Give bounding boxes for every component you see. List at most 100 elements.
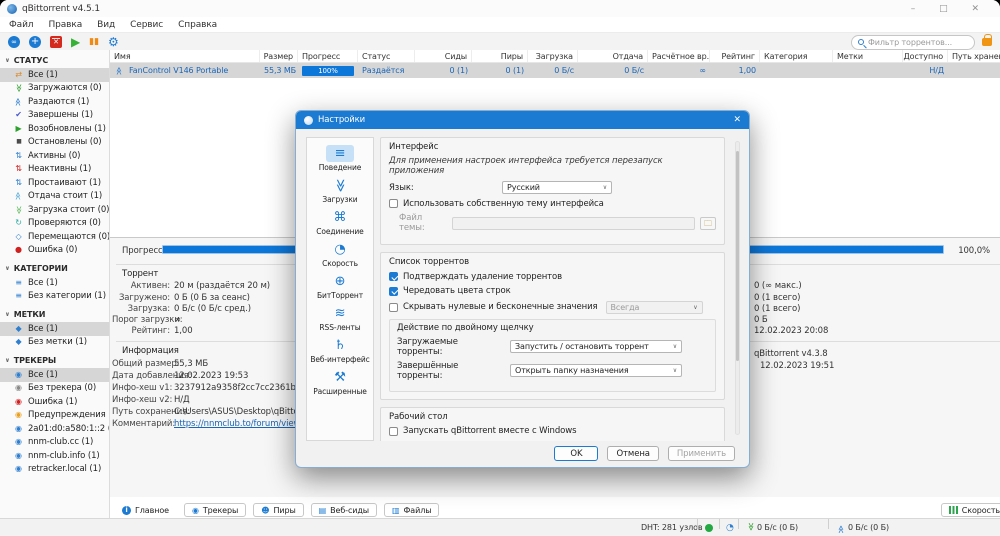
sidebar-item-tracker-nnm-club-cc[interactable]: ◉ nnm-club.cc (1)	[0, 436, 109, 450]
apply-button[interactable]: Применить	[667, 446, 735, 461]
dialog-scrollbar[interactable]	[735, 141, 740, 435]
speed-graph-button[interactable]: Скорость	[940, 503, 1000, 517]
tab-peers[interactable]: ☻ Пиры	[253, 503, 304, 517]
lock-icon[interactable]	[982, 34, 992, 46]
sidebar-item-checking[interactable]: ↻ Проверяются (0)	[0, 217, 109, 231]
col-status[interactable]: Статус	[358, 50, 415, 62]
alternate-rows-checkbox[interactable]	[389, 286, 398, 296]
alt-speed-icon[interactable]: ◔	[726, 519, 734, 536]
sidebar-item-active[interactable]: ⇅ Активны (0)	[0, 149, 109, 163]
sidebar-item-tracker-nnm-club-info[interactable]: ◉ nnm-club.info (1)	[0, 449, 109, 463]
delete-torrent-button[interactable]: ✕	[50, 36, 62, 48]
ok-button[interactable]: OK	[554, 446, 599, 461]
menu-file[interactable]: Файл	[9, 20, 34, 30]
sidebar-item-category-all[interactable]: ≡ Все (1)	[0, 276, 109, 290]
col-peers[interactable]: Пиры	[472, 50, 528, 62]
start-with-windows-option[interactable]: Запускать qBittorrent вместе с Windows	[389, 426, 716, 436]
resume-button[interactable]: ▶	[71, 35, 80, 49]
trackers-section-header[interactable]: ∨ ТРЕКЕРЫ	[0, 353, 109, 368]
sidebar-item-tracker-warning[interactable]: ◉Предупреждения (0)	[0, 409, 109, 423]
custom-theme-checkbox[interactable]	[389, 199, 398, 208]
col-name[interactable]: Имя	[110, 50, 260, 62]
sidebar-item-resumed[interactable]: ▶ Возобновлены (1)	[0, 122, 109, 136]
completed-action-select[interactable]: Открыть папку назначения ∨	[510, 364, 682, 377]
alternate-rows-option[interactable]: Чередовать цвета строк	[389, 286, 716, 296]
tab-general[interactable]: i Главное	[114, 503, 177, 517]
pause-button[interactable]: ▮▮	[89, 37, 99, 47]
sidebar-item-all[interactable]: ⇄ Все (1)	[0, 68, 109, 82]
menu-tools[interactable]: Сервис	[130, 20, 163, 30]
col-ratio[interactable]: Рейтинг	[710, 50, 760, 62]
col-tags[interactable]: Метки	[833, 50, 903, 62]
categories-section-header[interactable]: ∨ КАТЕГОРИИ	[0, 261, 109, 276]
col-seeds[interactable]: Сиды	[415, 50, 472, 62]
nav-advanced[interactable]: ⚒ Расширенные	[308, 367, 372, 399]
sidebar-item-tracker-retracker[interactable]: ◉ retracker.local (1)	[0, 463, 109, 477]
sidebar-item-tracker-ip[interactable]: ◉2a01:d0:a580:1::2 (1)	[0, 422, 109, 436]
scrollbar-thumb[interactable]	[736, 150, 739, 361]
tab-webseeds[interactable]: ▤ Веб-сиды	[310, 503, 378, 517]
menu-help[interactable]: Справка	[178, 20, 217, 30]
sidebar-item-stalled[interactable]: ⇅ Простаивают (1)	[0, 176, 109, 190]
col-progress[interactable]: Прогресс	[298, 50, 358, 62]
torrent-row[interactable]: ≫ FanControl V146 Portable 55,3 МБ 100% Р…	[110, 63, 1000, 78]
sidebar-item-paused[interactable]: ▮▮ Остановлены (0)	[0, 136, 109, 150]
cancel-button[interactable]: Отмена	[607, 446, 659, 461]
status-section-header[interactable]: ∨ СТАТУС	[0, 53, 109, 68]
sidebar-item-tracker-all[interactable]: ◉ Все (1)	[0, 368, 109, 382]
close-button[interactable]: ✕	[972, 4, 980, 14]
sidebar-item-errored[interactable]: ● Ошибка (0)	[0, 244, 109, 258]
show-splash-option[interactable]: Показывать заставку при запуске программ…	[389, 441, 716, 442]
torrent-filter-search[interactable]: Фильтр торрентов...	[851, 34, 975, 50]
nav-downloads[interactable]: ≫ Загрузки	[308, 175, 372, 207]
maximize-button[interactable]: □	[939, 4, 948, 14]
col-eta[interactable]: Расчётное вр...	[648, 50, 710, 62]
browse-folder-button[interactable]: 🗀	[700, 216, 716, 230]
checkbox[interactable]	[389, 426, 398, 436]
sidebar-item-stalled-uploading[interactable]: ≫ Отдача стоит (1)	[0, 190, 109, 204]
minimize-button[interactable]: –	[911, 4, 916, 14]
add-torrent-link-button[interactable]: ∞	[8, 36, 20, 48]
col-category[interactable]: Категория	[760, 50, 833, 62]
menu-edit[interactable]: Правка	[48, 20, 82, 30]
col-up-speed[interactable]: Отдача	[578, 50, 648, 62]
hide-zero-option[interactable]: Скрывать нулевые и бесконечные значения …	[389, 300, 716, 314]
col-size[interactable]: Размер	[260, 50, 298, 62]
sidebar-item-seeding[interactable]: ≫ Раздаются (1)	[0, 95, 109, 109]
dialog-close-button[interactable]: ✕	[734, 115, 742, 125]
nav-bittorrent[interactable]: ⊕ БитТоррент	[308, 271, 372, 303]
hide-zero-checkbox[interactable]	[389, 302, 398, 312]
tab-trackers[interactable]: ◉ Трекеры	[183, 503, 247, 517]
nav-connection[interactable]: ⌘ Соединение	[308, 207, 372, 239]
sidebar-item-tag-all[interactable]: ◆ Все (1)	[0, 322, 109, 336]
sidebar-item-moving[interactable]: ◇ Перемещаются (0)	[0, 230, 109, 244]
ratio-value: 1,00	[174, 326, 193, 336]
menu-view[interactable]: Вид	[97, 20, 115, 30]
sidebar-item-uncategorized[interactable]: ≡ Без категории (1)	[0, 290, 109, 304]
sidebar-item-trackerless[interactable]: ◉ Без трекера (0)	[0, 382, 109, 396]
options-button[interactable]: ⚙	[108, 35, 119, 49]
add-torrent-file-button[interactable]: +	[29, 36, 41, 48]
col-save-path[interactable]: Путь хранен...	[948, 50, 1000, 62]
language-select[interactable]: Русский ∨	[502, 181, 612, 194]
sidebar-item-downloading[interactable]: ≫ Загружаются (0)	[0, 82, 109, 96]
col-availability[interactable]: Доступно	[903, 50, 948, 62]
sidebar-item-stalled-downloading[interactable]: ≫ Загрузка стоит (0)	[0, 203, 110, 217]
col-down-speed[interactable]: Загрузка	[528, 50, 578, 62]
nav-speed[interactable]: ◔ Скорость	[308, 239, 372, 271]
connection-status-icon[interactable]	[705, 519, 713, 536]
sidebar-item-tracker-error[interactable]: ◉ Ошибка (1)	[0, 395, 109, 409]
theme-file-input[interactable]	[452, 216, 695, 230]
nav-webui[interactable]: ♄ Веб-интерфейс	[308, 335, 372, 367]
confirm-delete-checkbox[interactable]	[389, 272, 398, 281]
nav-rss[interactable]: ≋ RSS-ленты	[308, 303, 372, 335]
tab-files[interactable]: ▥ Файлы	[384, 503, 440, 517]
sidebar-item-untagged[interactable]: ◆ Без метки (1)	[0, 336, 109, 350]
custom-theme-option[interactable]: Использовать собственную тему интерфейса	[389, 199, 716, 209]
downloading-action-select[interactable]: Запустить / остановить торрент ∨	[510, 340, 682, 353]
confirm-delete-option[interactable]: Подтверждать удаление торрентов	[389, 272, 716, 282]
tags-section-header[interactable]: ∨ МЕТКИ	[0, 307, 109, 322]
comment-link[interactable]: https://nnmclub.to/forum/viewtopic.php?	[174, 419, 296, 429]
sidebar-item-completed[interactable]: ✔ Завершены (1)	[0, 109, 109, 123]
sidebar-item-inactive[interactable]: ⇅ Неактивны (1)	[0, 163, 109, 177]
